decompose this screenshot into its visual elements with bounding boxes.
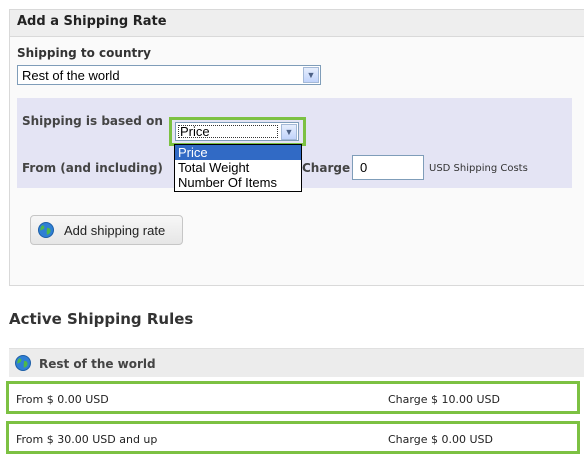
chevron-down-icon[interactable]: ▼ — [303, 67, 319, 83]
country-label: Shipping to country — [17, 46, 151, 60]
charge-label: Charge — [302, 161, 351, 175]
option-price[interactable]: Price — [175, 145, 301, 160]
country-select[interactable]: Rest of the world ▼ — [17, 65, 321, 85]
rule-from: From $ 30.00 USD and up — [16, 433, 158, 446]
rule-charge: Charge $ 10.00 USD — [388, 393, 500, 406]
rules-group-header: Rest of the world — [9, 348, 584, 377]
add-shipping-rate-button[interactable]: Add shipping rate — [30, 215, 183, 245]
globe-icon — [38, 222, 54, 238]
table-row[interactable]: From $ 0.00 USD Charge $ 10.00 USD — [6, 381, 580, 414]
option-number-of-items[interactable]: Number Of Items — [175, 175, 301, 190]
based-on-select[interactable]: Price ▼ — [175, 122, 299, 141]
chevron-down-icon[interactable]: ▼ — [281, 124, 297, 140]
currency-note: USD Shipping Costs — [429, 163, 528, 174]
country-select-value: Rest of the world — [22, 68, 120, 83]
based-on-dropdown-list: Price Total Weight Number Of Items — [174, 144, 302, 192]
active-rules-title: Active Shipping Rules — [9, 310, 194, 328]
panel-title: Add a Shipping Rate — [10, 10, 584, 37]
charge-input[interactable]: 0 — [352, 155, 424, 180]
based-on-label: Shipping is based on — [22, 114, 163, 128]
table-row[interactable]: From $ 30.00 USD and up Charge $ 0.00 US… — [6, 421, 580, 454]
option-total-weight[interactable]: Total Weight — [175, 160, 301, 175]
add-button-label: Add shipping rate — [64, 223, 166, 238]
focus-outline — [178, 125, 278, 138]
globe-icon — [15, 355, 31, 371]
rule-charge: Charge $ 0.00 USD — [388, 433, 493, 446]
rule-from: From $ 0.00 USD — [16, 393, 109, 406]
from-label: From (and including) — [22, 161, 163, 175]
group-label: Rest of the world — [39, 357, 156, 371]
